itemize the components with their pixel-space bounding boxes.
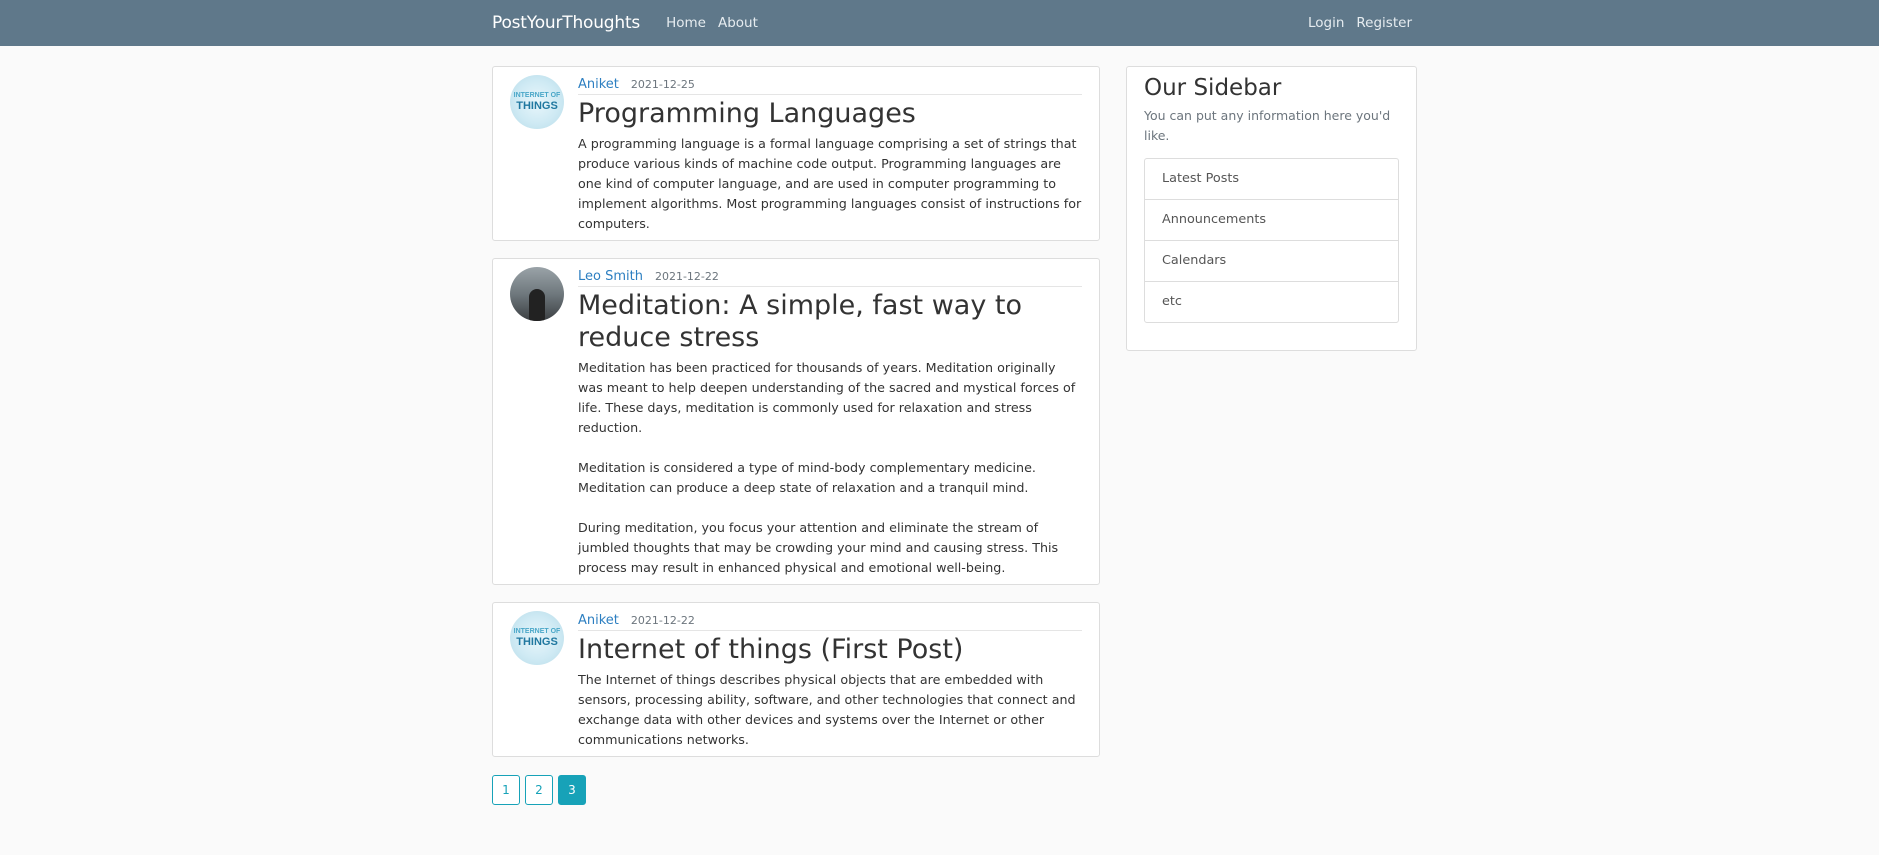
post-paragraph: Meditation is considered a type of mind-…: [578, 460, 1036, 495]
sidebar-item-etc[interactable]: etc: [1145, 281, 1398, 322]
author-avatar: INTERNET OF THINGS: [510, 611, 564, 665]
post-author-link[interactable]: Aniket: [578, 77, 619, 92]
post-card: INTERNET OF THINGS Aniket 2021-12-22 Int…: [492, 602, 1100, 757]
sidebar-description: You can put any information here you'd l…: [1144, 108, 1391, 143]
post-body: Aniket 2021-12-25 Programming Languages …: [578, 67, 1082, 234]
nav-link-login[interactable]: Login: [1308, 15, 1344, 31]
nav-link-about[interactable]: About: [718, 15, 758, 31]
post-content: The Internet of things describes physica…: [578, 670, 1082, 750]
post-date: 2021-12-25: [630, 78, 695, 91]
post-title[interactable]: Internet of things (First Post): [578, 634, 1082, 666]
post-card: Leo Smith 2021-12-22 Meditation: A simpl…: [492, 258, 1100, 585]
nav-link-home[interactable]: Home: [666, 15, 706, 31]
sidebar: Our Sidebar You can put any information …: [1126, 66, 1417, 351]
post-meta: Aniket 2021-12-25: [578, 77, 1082, 95]
post-date: 2021-12-22: [630, 614, 695, 627]
brand-link[interactable]: PostYourThoughts: [492, 13, 640, 33]
sidebar-title: Our Sidebar: [1144, 75, 1282, 101]
author-avatar: INTERNET OF THINGS: [510, 75, 564, 129]
post-content: Meditation has been practiced for thousa…: [578, 358, 1082, 578]
person-silhouette-icon: [529, 289, 545, 321]
post-paragraph: During meditation, you focus your attent…: [578, 520, 1059, 575]
post-paragraph: Meditation has been practiced for thousa…: [578, 360, 1076, 435]
post-title[interactable]: Meditation: A simple, fast way to reduce…: [578, 290, 1082, 354]
post-card: INTERNET OF THINGS Aniket 2021-12-25 Pro…: [492, 66, 1100, 241]
post-body: Aniket 2021-12-22 Internet of things (Fi…: [578, 603, 1082, 750]
post-content: A programming language is a formal langu…: [578, 134, 1082, 234]
author-avatar: [510, 267, 564, 321]
sidebar-list: Latest Posts Announcements Calendars etc: [1144, 158, 1399, 323]
post-paragraph: A programming language is a formal langu…: [578, 136, 1082, 231]
post-author-link[interactable]: Aniket: [578, 613, 619, 628]
post-paragraph: The Internet of things describes physica…: [578, 672, 1076, 747]
sidebar-item-latest-posts[interactable]: Latest Posts: [1145, 159, 1398, 199]
nav-right: Login Register: [1296, 15, 1412, 31]
post-author-link[interactable]: Leo Smith: [578, 269, 643, 284]
post-date: 2021-12-22: [654, 270, 719, 283]
page-button-3-current[interactable]: 3: [558, 775, 586, 805]
post-meta: Leo Smith 2021-12-22: [578, 269, 1082, 287]
page-button-1[interactable]: 1: [492, 775, 520, 805]
nav-link-register[interactable]: Register: [1356, 15, 1412, 31]
navbar-container: PostYourThoughts Home About Login Regist…: [492, 0, 1412, 46]
post-body: Leo Smith 2021-12-22 Meditation: A simpl…: [578, 259, 1082, 578]
page-button-2[interactable]: 2: [525, 775, 553, 805]
top-navbar: PostYourThoughts Home About Login Regist…: [0, 0, 1879, 46]
post-meta: Aniket 2021-12-22: [578, 613, 1082, 631]
sidebar-item-calendars[interactable]: Calendars: [1145, 240, 1398, 281]
pagination: 1 2 3: [492, 775, 591, 805]
post-title[interactable]: Programming Languages: [578, 98, 1082, 130]
sidebar-item-announcements[interactable]: Announcements: [1145, 199, 1398, 240]
